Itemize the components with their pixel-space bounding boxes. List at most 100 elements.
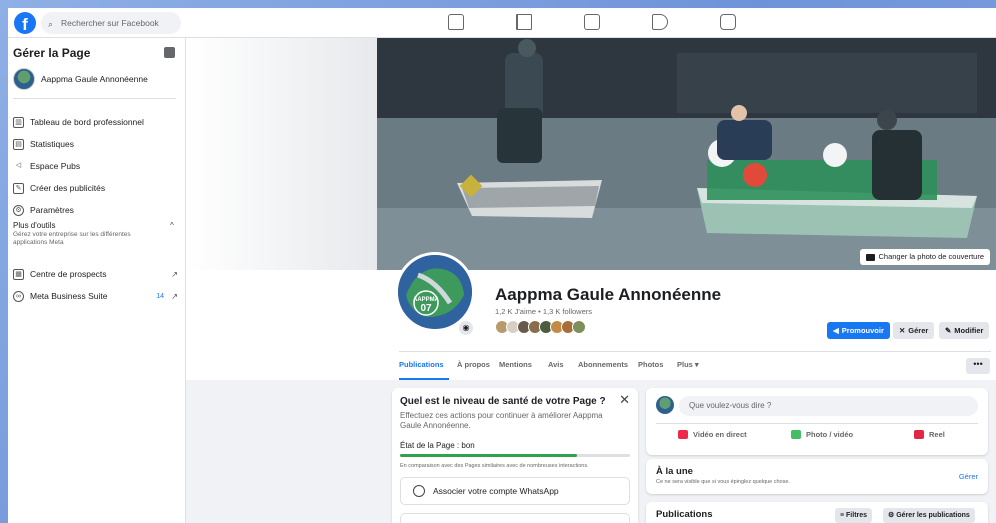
- more-options-button[interactable]: •••: [966, 358, 990, 374]
- post-composer: Que voulez-vous dire ? Vidéo en direct P…: [646, 388, 988, 455]
- live-video-label: Vidéo en direct: [693, 430, 747, 439]
- sidebar-page-link[interactable]: Aappma Gaule Annonéenne: [13, 68, 148, 90]
- flag-icon[interactable]: [516, 14, 532, 30]
- tab-photos[interactable]: Photos: [638, 360, 663, 369]
- sidebar-item-dashboard[interactable]: ▥ Tableau de bord professionnel: [13, 114, 178, 130]
- top-navigation-bar: f ⌕ Rechercher sur Facebook: [8, 8, 996, 38]
- promote-button[interactable]: ◀ Promouvoir: [827, 322, 890, 339]
- external-link-icon: ↗: [171, 291, 178, 301]
- leads-icon: ▦: [13, 268, 24, 280]
- search-input[interactable]: ⌕ Rechercher sur Facebook: [41, 12, 181, 34]
- change-cover-button[interactable]: Changer la photo de couverture: [859, 249, 990, 265]
- sidebar-title: Gérer la Page: [13, 46, 91, 60]
- reel-icon: [914, 430, 924, 439]
- sidebar-page-name: Aappma Gaule Annonéenne: [41, 74, 148, 84]
- health-progress-fill: [400, 454, 578, 457]
- health-progress-bar: [400, 454, 630, 457]
- search-icon: ⌕: [48, 19, 54, 29]
- manage-icon: ✕: [899, 326, 906, 335]
- sidebar-item-create-ads[interactable]: ✎ Créer des publicités: [13, 180, 178, 196]
- photo-icon: [791, 430, 801, 439]
- profile-logo-illustration: AAPPMA 07: [398, 255, 472, 329]
- tabs-divider: [399, 351, 991, 352]
- dashboard-icon: ▥: [13, 116, 24, 128]
- external-link-icon: ↗: [171, 269, 178, 279]
- page-avatar: [13, 68, 35, 90]
- sidebar-item-label: Espace Pubs: [30, 161, 81, 171]
- sidebar-item-statistics[interactable]: ▤ Statistiques: [13, 136, 178, 152]
- health-state: État de la Page : bon: [400, 441, 475, 450]
- next-action-button[interactable]: [400, 513, 630, 523]
- filters-label: Filtres: [846, 512, 868, 519]
- featured-card: À la une Ce ne sera visible que si vous …: [646, 459, 988, 494]
- avatar: [656, 396, 674, 414]
- video-store-icon[interactable]: [584, 14, 600, 30]
- promote-label: Promouvoir: [841, 326, 884, 335]
- play-icon[interactable]: [720, 14, 736, 30]
- tab-about[interactable]: À propos: [457, 360, 490, 369]
- manage-featured-link[interactable]: Gérer: [959, 472, 978, 481]
- collapse-sidebar-icon[interactable]: [164, 47, 175, 58]
- svg-text:07: 07: [420, 303, 432, 314]
- manage-page-sidebar: Gérer la Page Aappma Gaule Annonéenne ▥ …: [8, 38, 186, 523]
- whatsapp-icon: [413, 485, 425, 497]
- tab-subscriptions[interactable]: Abonnements: [578, 360, 628, 369]
- posts-card: Publications ≡ Filtres ⚙ Gérer les publi…: [646, 502, 988, 523]
- page-stats[interactable]: 1,2 K J'aime • 1,3 K followers: [495, 307, 592, 316]
- facebook-window: f ⌕ Rechercher sur Facebook Gérer la Pag…: [8, 8, 996, 523]
- megaphone-icon: ◀: [833, 326, 839, 335]
- edit-icon: ✎: [13, 182, 24, 194]
- photo-video-button[interactable]: Photo / vidéo: [791, 430, 853, 439]
- cover-gutter: [186, 38, 377, 270]
- gear-icon: ⚙: [888, 512, 897, 519]
- tab-mentions[interactable]: Mentions: [499, 360, 532, 369]
- edit-button[interactable]: ✎ Modifier: [939, 322, 990, 339]
- gear-icon: ⚙: [13, 204, 24, 216]
- filters-button[interactable]: ≡ Filtres: [835, 508, 873, 523]
- manage-button[interactable]: ✕ Gérer: [893, 322, 935, 339]
- home-icon[interactable]: [448, 14, 464, 30]
- tab-more[interactable]: Plus ▾: [677, 360, 699, 369]
- megaphone-icon[interactable]: [652, 14, 668, 30]
- close-icon[interactable]: ✕: [619, 392, 630, 408]
- sidebar-item-settings[interactable]: ⚙ Paramètres: [13, 202, 178, 218]
- avatar: [572, 320, 586, 334]
- featured-title: À la une: [656, 466, 693, 477]
- more-tools-description: Gérez votre entreprise sur les différent…: [13, 231, 131, 246]
- reel-button[interactable]: Reel: [914, 430, 945, 439]
- sidebar-item-label: Tableau de bord professionnel: [30, 117, 144, 127]
- facebook-logo[interactable]: f: [14, 12, 36, 34]
- composer-divider: [656, 423, 978, 424]
- change-cover-label: Changer la photo de couverture: [878, 252, 985, 261]
- search-placeholder: Rechercher sur Facebook: [61, 18, 159, 28]
- page-health-card: Quel est le niveau de santé de votre Pag…: [392, 388, 638, 523]
- sidebar-item-leads-center[interactable]: ▦ Centre de prospects ↗: [13, 266, 178, 282]
- sidebar-item-label: Statistiques: [30, 139, 74, 149]
- page-title: Aappma Gaule Annonéenne: [495, 285, 722, 304]
- connect-whatsapp-button[interactable]: Associer votre compte WhatsApp: [400, 477, 630, 505]
- sidebar-divider: [13, 98, 176, 99]
- live-video-button[interactable]: Vidéo en direct: [678, 430, 747, 439]
- more-tools-title: Plus d'outils: [13, 221, 56, 230]
- active-tab-indicator: [399, 378, 449, 380]
- tab-publications[interactable]: Publications: [399, 360, 444, 369]
- health-comparison: En comparaison avec des Pages similaires…: [400, 463, 589, 469]
- stats-icon: ▤: [13, 138, 24, 150]
- sidebar-item-label: Paramètres: [30, 205, 74, 215]
- sidebar-item-ads-space[interactable]: ◁ Espace Pubs: [13, 158, 178, 174]
- camera-icon[interactable]: ◉: [458, 320, 474, 336]
- manage-posts-label: Gérer les publications: [896, 512, 970, 519]
- chevron-up-icon[interactable]: ^: [170, 221, 174, 230]
- follower-avatars[interactable]: [495, 320, 586, 334]
- health-description: Effectuez ces actions pour continuer à a…: [400, 411, 603, 430]
- cover-photo: Changer la photo de couverture: [377, 38, 996, 270]
- sidebar-item-label: Meta Business Suite: [30, 291, 108, 301]
- sidebar-item-meta-business-suite[interactable]: ∞ Meta Business Suite 14 ↗: [13, 288, 178, 304]
- composer-input[interactable]: Que voulez-vous dire ?: [679, 396, 978, 416]
- camera-icon: [865, 253, 875, 261]
- notification-badge: 14: [156, 292, 164, 300]
- manage-label: Gérer: [908, 326, 929, 335]
- tab-reviews[interactable]: Avis: [548, 360, 564, 369]
- manage-posts-button[interactable]: ⚙ Gérer les publications: [883, 508, 975, 523]
- megaphone-icon: ◁: [15, 161, 22, 169]
